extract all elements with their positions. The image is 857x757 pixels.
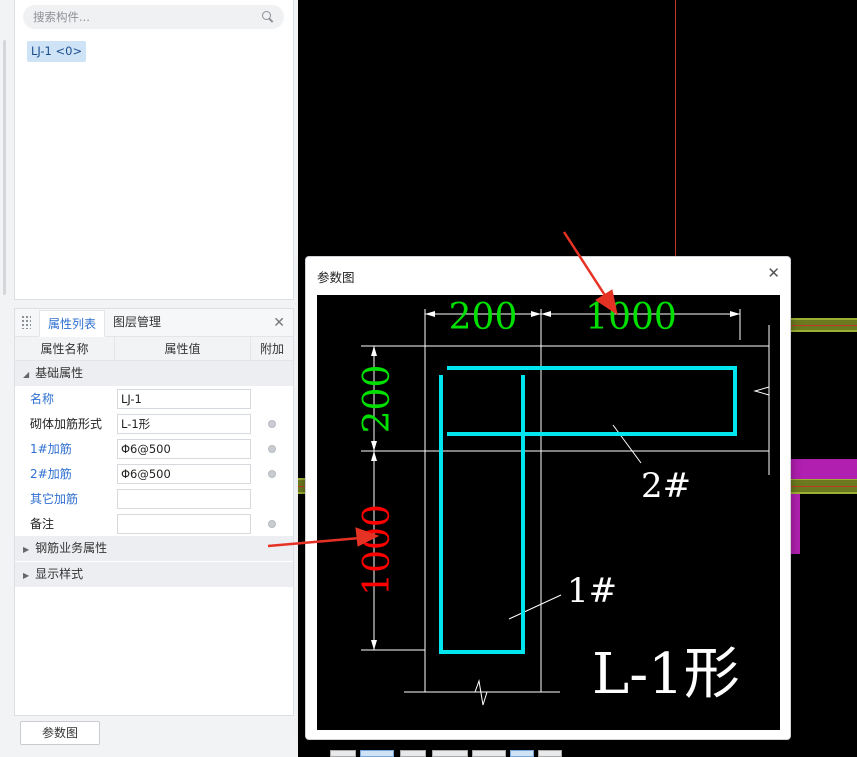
property-row: 砌体加筋形式 L-1形 (15, 411, 293, 436)
tab-property-list[interactable]: 属性列表 (39, 310, 106, 337)
property-name: 其它加筋 (30, 492, 79, 506)
drag-handle-icon[interactable] (21, 315, 31, 329)
search-box[interactable] (23, 5, 284, 29)
wall-segment (790, 478, 857, 494)
dim-left-top: 200 (357, 365, 398, 434)
property-value-field[interactable]: Φ6@500 (117, 463, 251, 484)
dim-top-left: 200 (449, 297, 518, 338)
property-row: 名称 LJ-1 (15, 386, 293, 411)
axis-line (675, 0, 676, 260)
property-row: 1#加筋 Φ6@500 (15, 436, 293, 461)
column-header-name: 属性名称 (15, 337, 115, 360)
extra-checkbox[interactable] (268, 419, 276, 428)
parameter-diagram-dialog: 参数图 ✕ 200 1000 200 1000 2# 1# L-1形 (305, 256, 791, 740)
collapse-triangle-icon[interactable]: ◢ (23, 362, 29, 387)
dim-left-bottom: 1000 (357, 504, 398, 596)
group-display-style[interactable]: ▶ 显示样式 (15, 562, 293, 587)
property-row: 其它加筋 (15, 486, 293, 511)
search-icon[interactable] (262, 11, 274, 23)
extra-checkbox[interactable] (268, 469, 276, 478)
property-name: 2#加筋 (30, 467, 72, 481)
group-label: 显示样式 (35, 567, 84, 581)
dim-top-right: 1000 (585, 297, 677, 338)
expand-triangle-icon[interactable]: ▶ (23, 563, 29, 588)
toolbar-button[interactable] (360, 750, 394, 757)
bottom-toolbar (330, 750, 570, 757)
close-icon[interactable]: ✕ (273, 315, 285, 331)
toolbar-button[interactable] (432, 750, 468, 757)
tab-layer-management[interactable]: 图层管理 (105, 309, 169, 336)
property-value-field[interactable]: Φ6@500 (117, 438, 251, 459)
group-label: 钢筋业务属性 (35, 541, 108, 555)
property-table-header: 属性名称 属性值 附加 (15, 337, 293, 361)
rebar-label-1: 1# (567, 571, 617, 611)
panel-scrollbar[interactable] (3, 40, 6, 295)
component-item[interactable]: LJ-1 <0> (27, 41, 87, 62)
property-value-field[interactable] (117, 513, 251, 534)
toolbar-button[interactable] (330, 750, 356, 757)
wall-segment (783, 318, 857, 332)
column-header-value: 属性值 (115, 337, 251, 360)
parameter-diagram-button[interactable]: 参数图 (20, 721, 100, 745)
property-row: 2#加筋 Φ6@500 (15, 461, 293, 486)
component-list: LJ-1 <0> (14, 0, 294, 300)
property-name: 砌体加筋形式 (30, 417, 103, 431)
close-icon[interactable]: ✕ (767, 264, 780, 282)
column-header-extra: 附加 (259, 342, 284, 356)
rebar-2 (447, 366, 737, 436)
property-name: 备注 (30, 517, 55, 531)
dialog-title: 参数图 (317, 270, 355, 285)
wall-purple (790, 494, 800, 554)
property-panel: 属性列表 图层管理 ✕ 属性名称 属性值 附加 ◢ 基础属性 名称 LJ-1 砌体… (14, 308, 294, 716)
property-value-field[interactable]: LJ-1 (117, 388, 251, 409)
left-panel: LJ-1 <0> 属性列表 图层管理 ✕ 属性名称 属性值 附加 ◢ 基础属性 名… (0, 0, 298, 757)
wall-purple (790, 459, 857, 479)
group-basic-properties[interactable]: ◢ 基础属性 (15, 361, 293, 386)
toolbar-button[interactable] (538, 750, 562, 757)
shape-name: L-1形 (592, 642, 740, 707)
extra-checkbox[interactable] (268, 444, 276, 453)
rebar-label-2: 2# (641, 466, 691, 506)
property-row: 备注 (15, 511, 293, 536)
expand-triangle-icon[interactable]: ▶ (23, 537, 29, 562)
toolbar-button[interactable] (400, 750, 426, 757)
group-rebar-properties[interactable]: ▶ 钢筋业务属性 (15, 536, 293, 561)
toolbar-button[interactable] (472, 750, 506, 757)
rebar-1 (439, 375, 525, 654)
extra-checkbox[interactable] (268, 519, 276, 528)
group-label: 基础属性 (35, 366, 84, 380)
toolbar-button[interactable] (510, 750, 534, 757)
search-input[interactable] (33, 10, 262, 24)
property-name: 名称 (30, 392, 55, 406)
property-tabs: 属性列表 图层管理 ✕ (15, 309, 293, 337)
property-value-field[interactable]: L-1形 (117, 413, 251, 434)
property-value-field[interactable] (117, 488, 251, 509)
parameter-diagram-canvas: 200 1000 200 1000 2# 1# L-1形 (317, 295, 780, 730)
property-name: 1#加筋 (30, 442, 72, 456)
